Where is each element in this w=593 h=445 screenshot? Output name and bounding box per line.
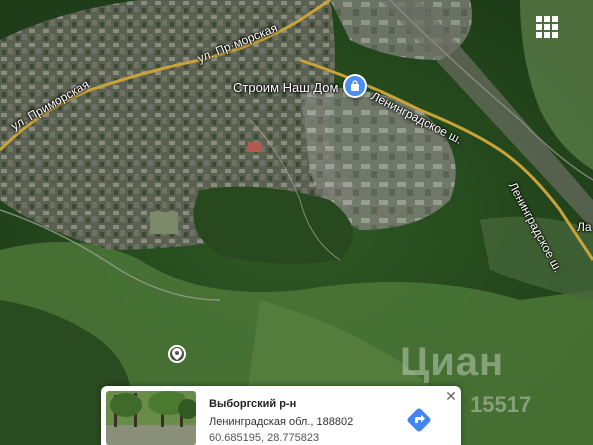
road-label-edge: Ла — [577, 220, 592, 234]
place-label[interactable]: Строим Наш Дом — [233, 80, 338, 95]
location-pin-glyph — [172, 348, 182, 360]
watermark-logo: Циан — [400, 340, 505, 384]
location-address: Ленинградская обл., 188802 — [209, 416, 354, 428]
shopping-bag-icon[interactable] — [343, 74, 367, 98]
shopping-bag-glyph — [351, 80, 359, 91]
watermark-number: 15517 — [470, 392, 532, 417]
location-pin-icon[interactable] — [168, 345, 186, 363]
close-icon[interactable]: ✕ — [444, 389, 458, 403]
apps-grid-icon[interactable] — [532, 12, 562, 42]
location-photo[interactable] — [106, 391, 196, 445]
location-title: Выборгский р-н — [209, 398, 297, 410]
satellite-map[interactable]: ул. Приморская ул. Пр·морская Ленинградс… — [0, 0, 593, 445]
location-info-card[interactable]: Выборгский р-н Ленинградская обл., 18880… — [101, 386, 461, 445]
location-coordinates: 60.685195, 28.775823 — [209, 432, 320, 444]
directions-arrow-icon[interactable] — [405, 406, 433, 434]
